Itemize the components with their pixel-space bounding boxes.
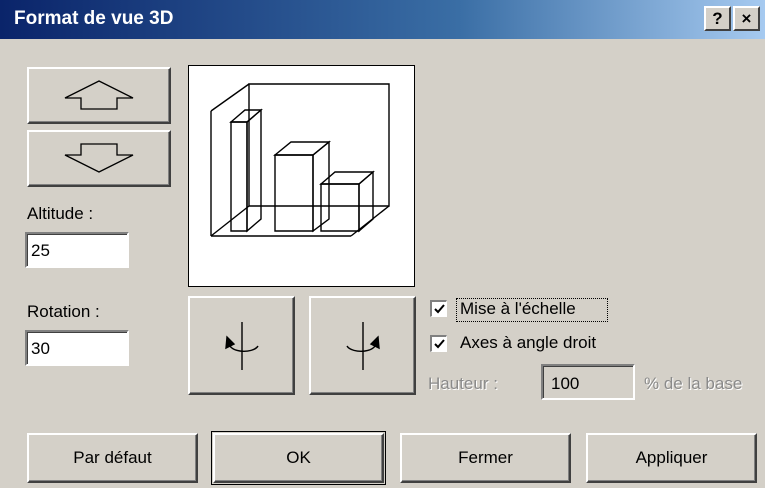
title-bar: Format de vue 3D ? × [0,0,765,39]
rotation-input[interactable]: 30 [25,330,129,366]
height-value: 100 [551,374,580,393]
checkmark-icon [434,339,445,349]
height-input: 100 [541,364,635,400]
arrow-down-icon [64,143,134,173]
altitude-value: 25 [31,241,50,260]
autoscale-checkbox[interactable] [430,300,447,317]
rotate-left-icon [225,322,259,370]
elevation-down-button[interactable] [27,130,171,187]
ok-button[interactable]: OK [213,433,384,483]
close-dialog-button-label: Fermer [458,448,513,467]
right-angle-axes-checkbox[interactable] [430,335,447,352]
apply-button[interactable]: Appliquer [586,433,757,483]
rotation-label: Rotation : [27,302,100,321]
elevation-up-button[interactable] [27,67,171,124]
close-dialog-button[interactable]: Fermer [400,433,571,483]
checkmark-icon [434,304,445,314]
autoscale-label[interactable]: Mise à l'échelle [460,299,576,319]
right-angle-axes-label[interactable]: Axes à angle droit [460,333,596,353]
ok-button-label: OK [286,448,311,467]
close-button[interactable]: × [733,6,760,31]
3d-preview [188,65,415,287]
rotate-right-button[interactable] [309,296,416,395]
rotation-value: 30 [31,339,50,358]
default-button[interactable]: Par défaut [27,433,198,483]
rotate-left-button[interactable] [188,296,295,395]
rotate-right-icon [346,322,380,370]
height-label: Hauteur : [428,374,498,393]
3d-bar-chart-preview-icon [210,83,390,237]
help-button[interactable]: ? [704,6,731,31]
default-button-label: Par défaut [73,448,152,467]
altitude-label: Altitude : [27,204,94,223]
altitude-input[interactable]: 25 [25,232,129,268]
window-title: Format de vue 3D [14,8,174,29]
height-suffix: % de la base [644,374,743,393]
arrow-up-icon [64,80,134,110]
apply-button-label: Appliquer [635,448,708,467]
